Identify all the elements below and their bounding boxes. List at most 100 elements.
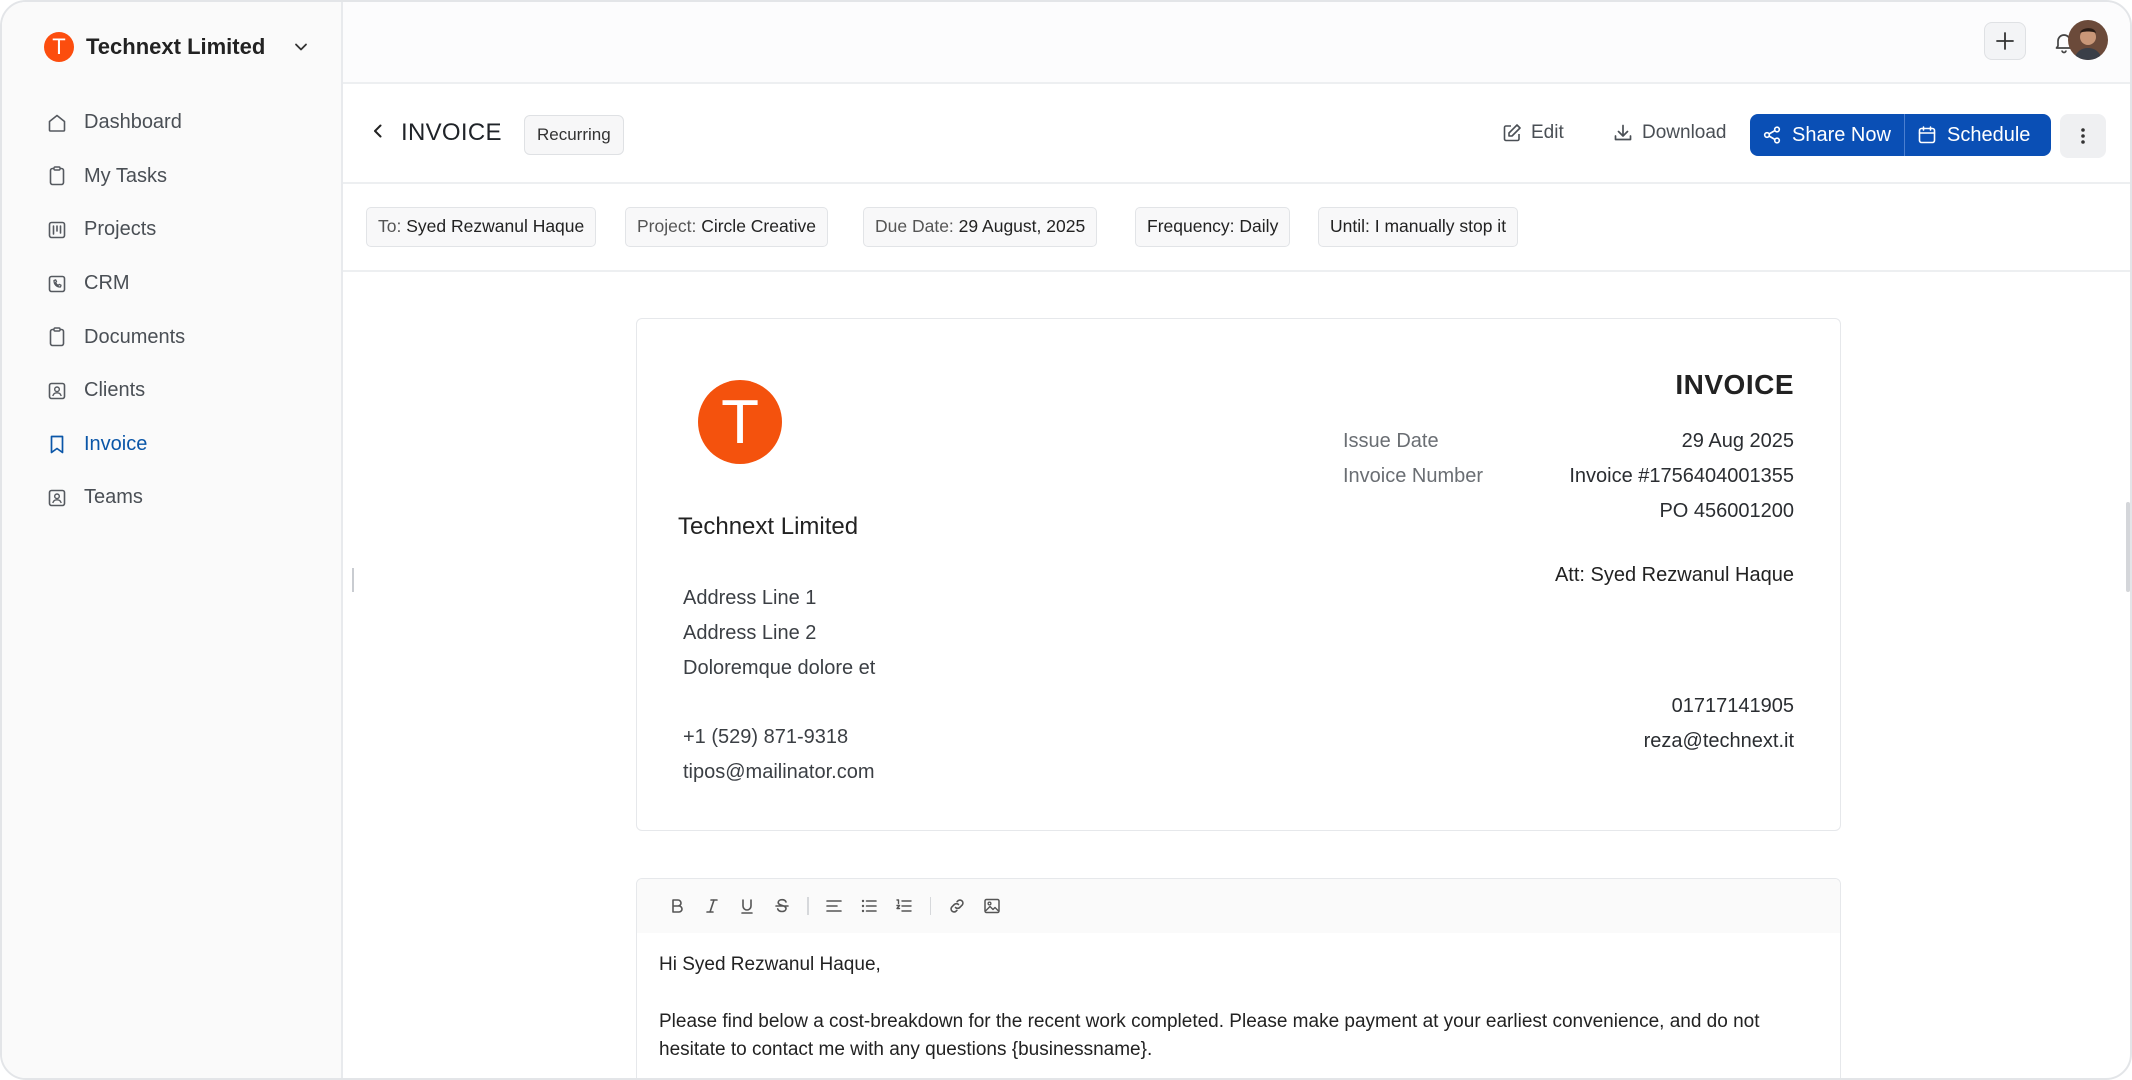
strikethrough-button[interactable] — [764, 891, 799, 921]
schedule-label: Schedule — [1947, 123, 2031, 146]
sidebar-item-documents[interactable]: Documents — [46, 310, 306, 364]
invoice-number-label: Invoice Number — [1343, 465, 1484, 487]
po-row: PO 456001200 — [1343, 500, 1794, 534]
back-button[interactable] — [369, 122, 387, 145]
company-logo: T — [698, 380, 782, 464]
sidebar-item-teams[interactable]: Teams — [46, 471, 306, 525]
company-email: tipos@mailinator.com — [683, 760, 875, 783]
more-vertical-icon — [2081, 128, 2085, 144]
edit-button[interactable]: Edit — [1501, 122, 1564, 144]
sidebar-item-projects[interactable]: Projects — [46, 203, 306, 257]
link-icon — [949, 899, 964, 913]
sidebar-item-dashboard[interactable]: Dashboard — [46, 96, 306, 150]
workspace-logo: T — [44, 32, 74, 62]
sidebar-resize-handle[interactable] — [352, 568, 354, 592]
client-contact-block: 01717141905 reza@technext.it — [1644, 689, 1794, 759]
po-number: PO 456001200 — [1659, 500, 1794, 522]
underline-button[interactable] — [729, 891, 764, 921]
strikethrough-icon — [774, 898, 789, 913]
top-bar — [343, 2, 2130, 84]
chip-due-date[interactable]: Due Date: 29 August, 2025 — [863, 207, 1098, 247]
address-line: Doloremque dolore et — [683, 656, 876, 679]
plus-icon — [1996, 32, 2014, 50]
sidebar: T Technext Limited Dashboard My Tasks Pr… — [2, 2, 343, 1078]
italic-button[interactable] — [694, 891, 729, 921]
chip-frequency-label: Frequency: — [1147, 216, 1235, 236]
toolbar-separator — [929, 897, 931, 915]
chip-until-value: I manually stop it — [1374, 216, 1507, 236]
image-button[interactable] — [974, 891, 1009, 921]
download-button[interactable]: Download — [1612, 122, 1727, 144]
share-schedule-group: Share Now Schedule — [1750, 114, 2051, 156]
chip-due-value: 29 August, 2025 — [958, 216, 1086, 236]
issue-date-value: 29 Aug 2025 — [1681, 430, 1794, 452]
bullet-list-icon — [861, 899, 877, 913]
sidebar-item-label: Projects — [84, 218, 157, 241]
user-avatar[interactable] — [2068, 20, 2108, 60]
sidebar-item-label: Teams — [84, 486, 143, 509]
sidebar-item-label: My Tasks — [84, 164, 167, 187]
calendar-icon — [1918, 126, 1936, 144]
sidebar-item-crm[interactable]: CRM — [46, 257, 306, 311]
user-photo-icon — [2068, 20, 2108, 60]
toolbar-separator — [807, 897, 809, 915]
team-icon — [48, 489, 66, 507]
download-icon — [1614, 124, 1632, 141]
sidebar-item-invoice[interactable]: Invoice — [46, 418, 306, 472]
message-editor: Hi Syed Rezwanul Haque, Please find belo… — [636, 878, 1841, 1078]
address-line: Address Line 1 — [683, 587, 817, 609]
link-button[interactable] — [939, 891, 974, 921]
clipboard-icon — [49, 166, 65, 186]
client-phone: 01717141905 — [1671, 695, 1794, 717]
issue-date-row: Issue Date 29 Aug 2025 — [1343, 430, 1794, 464]
editor-content[interactable]: Hi Syed Rezwanul Haque, Please find belo… — [637, 933, 1840, 1065]
address-line: Address Line 2 — [683, 621, 817, 644]
share-icon — [1763, 126, 1781, 144]
invoice-title: INVOICE — [1675, 369, 1794, 400]
add-button[interactable] — [1984, 22, 2026, 60]
editor-toolbar — [637, 879, 1840, 933]
schedule-button[interactable]: Schedule — [1905, 114, 2051, 156]
invoice-number-value: Invoice #1756404001355 — [1569, 465, 1794, 487]
company-name: Technext Limited — [678, 513, 859, 540]
phone-icon — [48, 275, 66, 292]
sidebar-item-my-tasks[interactable]: My Tasks — [46, 150, 306, 204]
workspace-switcher[interactable]: T Technext Limited — [44, 30, 309, 64]
chip-until[interactable]: Until: I manually stop it — [1318, 207, 1519, 247]
more-options-button[interactable] — [2060, 114, 2106, 158]
client-email: reza@technext.it — [1643, 729, 1794, 752]
bold-icon — [671, 899, 683, 913]
download-label: Download — [1642, 122, 1727, 143]
chip-to[interactable]: To: Syed Rezwanul Haque — [366, 207, 597, 247]
sidebar-item-label: Invoice — [84, 432, 148, 455]
chevron-left-icon — [374, 124, 382, 138]
image-icon — [983, 898, 1000, 914]
share-now-button[interactable]: Share Now — [1750, 114, 1905, 156]
greeting-text: Hi Syed Rezwanul Haque, — [659, 954, 881, 975]
sidebar-item-label: Dashboard — [84, 111, 182, 134]
sidebar-item-label: CRM — [84, 272, 130, 295]
align-left-icon — [826, 900, 842, 912]
workspace-name: Technext Limited — [86, 34, 266, 59]
chip-project[interactable]: Project: Circle Creative — [625, 207, 828, 247]
bookmark-icon — [50, 436, 64, 454]
contact-icon — [48, 382, 66, 400]
chip-frequency[interactable]: Frequency: Daily — [1135, 207, 1291, 247]
divider — [343, 270, 2130, 272]
bullet-list-button[interactable] — [852, 891, 887, 921]
sidebar-item-label: Documents — [84, 325, 186, 348]
sidebar-item-clients[interactable]: Clients — [46, 364, 306, 418]
invoice-header: INVOICE Recurring Edit Download Share No… — [343, 84, 2130, 184]
numbered-list-button[interactable] — [887, 891, 922, 921]
issue-date-label: Issue Date — [1343, 430, 1439, 452]
scrollbar[interactable] — [2126, 502, 2130, 592]
chevron-down-icon — [295, 43, 308, 51]
sidebar-item-label: Clients — [84, 379, 146, 402]
document-icon — [49, 327, 65, 347]
bold-button[interactable] — [659, 891, 694, 921]
chip-due-label: Due Date: — [875, 216, 954, 236]
company-address-block: Address Line 1 Address Line 2 Doloremque… — [683, 581, 875, 790]
home-icon — [48, 114, 66, 132]
company-phone: +1 (529) 871-9318 — [683, 726, 849, 749]
align-left-button[interactable] — [817, 891, 852, 921]
